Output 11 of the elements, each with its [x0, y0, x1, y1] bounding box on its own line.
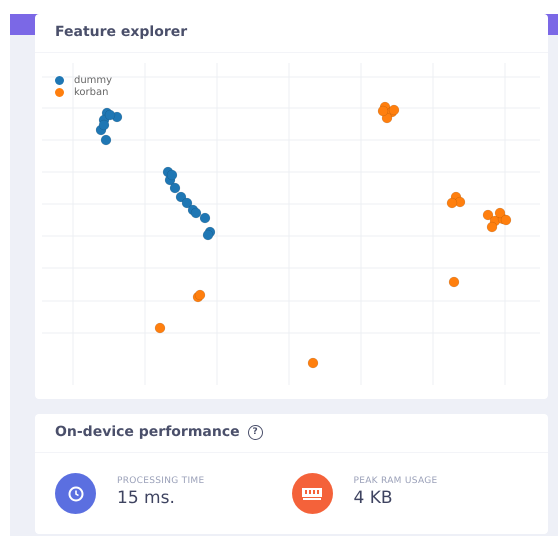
metric-value: 15 ms.: [117, 488, 176, 508]
help-icon[interactable]: ?: [248, 424, 263, 440]
clock-icon: [68, 486, 84, 502]
metric-label: PEAK RAM USAGE: [354, 476, 438, 486]
legend-label[interactable]: dummy: [74, 75, 112, 86]
legend-label[interactable]: korban: [74, 87, 108, 98]
metric-label: PROCESSING TIME: [117, 476, 204, 486]
metric-value: 4 KB: [354, 488, 394, 508]
card-title: On-device performance: [55, 424, 240, 440]
card-title: Feature explorer: [55, 24, 188, 40]
memory-icon: [302, 488, 322, 500]
